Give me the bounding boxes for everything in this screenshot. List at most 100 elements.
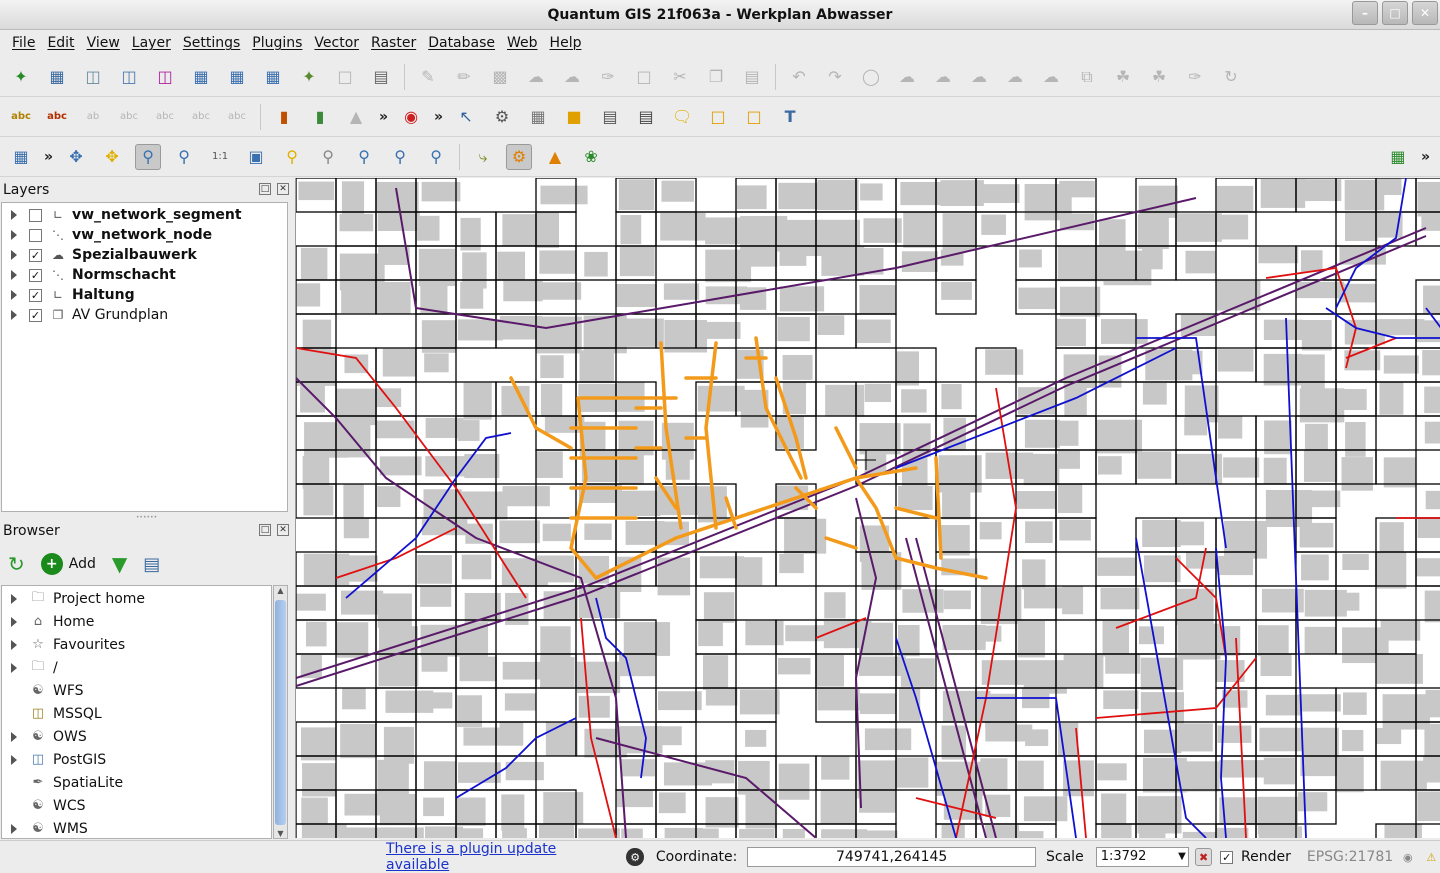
add-raster-layer-icon[interactable]: ◫ bbox=[80, 64, 106, 90]
offset-curve-icon[interactable]: ⧉ bbox=[1074, 64, 1100, 90]
show-hide-labels-icon[interactable]: abc bbox=[116, 104, 142, 130]
expand-arrow-icon[interactable] bbox=[11, 310, 17, 320]
downstream-tracing-icon[interactable]: ⚙ bbox=[506, 143, 533, 170]
copy-features-icon[interactable]: ❐ bbox=[703, 64, 729, 90]
expand-arrow-icon[interactable] bbox=[11, 731, 17, 742]
layer-visibility-checkbox[interactable]: ✓ bbox=[29, 288, 42, 302]
network-profile-icon[interactable]: ⤷ bbox=[470, 144, 496, 170]
expand-arrow-icon[interactable] bbox=[11, 290, 17, 300]
add-vector-layer-icon[interactable]: ▦ bbox=[44, 64, 70, 90]
deselect-features-icon[interactable]: ■ bbox=[561, 104, 587, 130]
save-edits-icon[interactable]: ▩ bbox=[487, 64, 513, 90]
coordinate-field[interactable]: 749741,264145 bbox=[747, 847, 1037, 867]
scrollbar-thumb[interactable] bbox=[275, 600, 286, 825]
add-wfs-layer-icon[interactable]: ▦ bbox=[260, 64, 286, 90]
collapse-all-button[interactable]: ▤ bbox=[143, 554, 160, 575]
layer-visibility-checkbox[interactable]: ✓ bbox=[29, 308, 42, 322]
new-bookmark-icon[interactable]: □ bbox=[705, 104, 731, 130]
expand-arrow-icon[interactable] bbox=[11, 754, 17, 765]
cut-features-icon[interactable]: ✂ bbox=[667, 64, 693, 90]
layer-item[interactable]: ∟ vw_network_segment bbox=[2, 205, 287, 225]
merge-features-icon[interactable]: ☘ bbox=[1146, 64, 1172, 90]
menu-database[interactable]: Database bbox=[422, 30, 501, 56]
expand-arrow-icon[interactable] bbox=[11, 616, 17, 627]
menu-settings[interactable]: Settings bbox=[177, 30, 246, 56]
new-shapefile-icon[interactable]: ✦ bbox=[296, 64, 322, 90]
layer-visibility-checkbox[interactable] bbox=[29, 228, 42, 242]
refresh-map-icon[interactable]: ⚲ bbox=[423, 144, 449, 170]
expand-arrow-icon[interactable] bbox=[11, 639, 17, 650]
float-panel-icon[interactable]: □ bbox=[259, 524, 271, 536]
menu-vector[interactable]: Vector bbox=[308, 30, 365, 56]
expand-arrow-icon[interactable] bbox=[11, 210, 17, 220]
browser-item[interactable]: ☆ Favourites bbox=[2, 633, 271, 656]
python-console-icon[interactable]: ▦ bbox=[8, 144, 34, 170]
node-anchor-icon[interactable]: ✑ bbox=[1182, 64, 1208, 90]
menu-help[interactable]: Help bbox=[544, 30, 588, 56]
zoom-last-icon[interactable]: ⚲ bbox=[351, 144, 377, 170]
identify-features-icon[interactable]: ↖ bbox=[453, 104, 479, 130]
zoom-actual-size-icon[interactable]: 1:1 bbox=[207, 144, 233, 170]
layer-item[interactable]: ✓ ⋱ Normschacht bbox=[2, 265, 287, 285]
close-panel-icon[interactable]: ✕ bbox=[277, 183, 289, 195]
new-project-icon[interactable]: ✦ bbox=[8, 64, 34, 90]
layer-item[interactable]: ✓ ☁ Spezialbauwerk bbox=[2, 245, 287, 265]
toolbar-overflow-icon[interactable]: » bbox=[379, 109, 388, 125]
pan-map-icon[interactable]: ✥ bbox=[63, 144, 89, 170]
new-map-view-icon[interactable]: ▦ bbox=[1385, 144, 1411, 170]
toolbar-overflow-icon[interactable]: » bbox=[434, 109, 443, 125]
rotate-point-icon[interactable]: ↻ bbox=[1218, 64, 1244, 90]
zoom-next-icon[interactable]: ⚲ bbox=[387, 144, 413, 170]
map-tips-icon[interactable]: 🗨 bbox=[669, 104, 695, 130]
browser-item[interactable]: ✒ SpatiaLite bbox=[2, 771, 271, 794]
map-canvas[interactable] bbox=[295, 178, 1440, 838]
raster-stretch-icon[interactable]: ▲ bbox=[343, 104, 369, 130]
split-features-icon[interactable]: ☘ bbox=[1110, 64, 1136, 90]
simplify-feature-icon[interactable]: ◯ bbox=[858, 64, 884, 90]
run-action-icon[interactable]: ⚙ bbox=[489, 104, 515, 130]
crs-globe-icon[interactable]: ◉ bbox=[1399, 848, 1416, 866]
scale-combo[interactable]: 1:3792 ▼ bbox=[1095, 847, 1189, 867]
new-spatialite-icon[interactable]: □ bbox=[332, 64, 358, 90]
delete-ring-icon[interactable]: ☁ bbox=[966, 64, 992, 90]
help-lifebuoy-icon[interactable]: ◉ bbox=[398, 104, 424, 130]
reshape-features-icon[interactable]: ☁ bbox=[1038, 64, 1064, 90]
maximize-button[interactable]: □ bbox=[1382, 1, 1408, 25]
local-stretch-icon[interactable]: ▮ bbox=[307, 104, 333, 130]
add-part-icon[interactable]: ☁ bbox=[930, 64, 956, 90]
add-postgis-layer-icon[interactable]: ◫ bbox=[116, 64, 142, 90]
browser-item[interactable]: ◫ PostGIS bbox=[2, 748, 271, 771]
layer-visibility-checkbox[interactable]: ✓ bbox=[29, 268, 42, 282]
add-spatialite-layer-icon[interactable]: ◫ bbox=[152, 64, 178, 90]
zoom-in-icon[interactable]: ⚲ bbox=[135, 143, 162, 170]
plugin-update-link[interactable]: There is a plugin update available bbox=[386, 841, 616, 873]
float-panel-icon[interactable]: □ bbox=[259, 183, 271, 195]
messages-icon[interactable]: ⚙ bbox=[626, 848, 644, 866]
attribute-table-icon[interactable]: ▤ bbox=[597, 104, 623, 130]
move-label-icon[interactable]: abc bbox=[152, 104, 178, 130]
expand-arrow-icon[interactable] bbox=[11, 662, 17, 673]
browser-item[interactable]: ☯ WMS bbox=[2, 817, 271, 840]
undo-icon[interactable]: ↶ bbox=[786, 64, 812, 90]
minimize-button[interactable]: – bbox=[1352, 1, 1378, 25]
browser-item[interactable]: ⌂ Home bbox=[2, 610, 271, 633]
browser-item[interactable]: 🗀 / bbox=[2, 656, 271, 679]
add-button[interactable]: + Add bbox=[40, 553, 96, 575]
filter-button[interactable]: ▼ bbox=[112, 552, 127, 576]
map-svg[interactable] bbox=[296, 178, 1440, 838]
current-edits-icon[interactable]: ✎ bbox=[415, 64, 441, 90]
warning-icon[interactable]: ⚠ bbox=[1423, 848, 1440, 866]
labeling-icon[interactable]: abc bbox=[8, 104, 34, 130]
layer-visibility-checkbox[interactable]: ✓ bbox=[29, 248, 42, 262]
scroll-up-icon[interactable]: ▲ bbox=[274, 586, 287, 595]
paste-features-icon[interactable]: ▤ bbox=[739, 64, 765, 90]
layer-item[interactable]: ✓ ∟ Haltung bbox=[2, 285, 287, 305]
menu-layer[interactable]: Layer bbox=[126, 30, 177, 56]
expand-arrow-icon[interactable] bbox=[11, 593, 17, 604]
upstream-tracing-icon[interactable]: ▲ bbox=[542, 144, 568, 170]
add-wms-layer-icon[interactable]: ▦ bbox=[188, 64, 214, 90]
browser-scrollbar[interactable]: ▲ ▼ bbox=[273, 585, 288, 839]
close-button[interactable]: ✕ bbox=[1412, 1, 1438, 25]
add-delimited-text-icon[interactable]: ▤ bbox=[368, 64, 394, 90]
layer-labeling-icon[interactable]: abc bbox=[44, 104, 70, 130]
